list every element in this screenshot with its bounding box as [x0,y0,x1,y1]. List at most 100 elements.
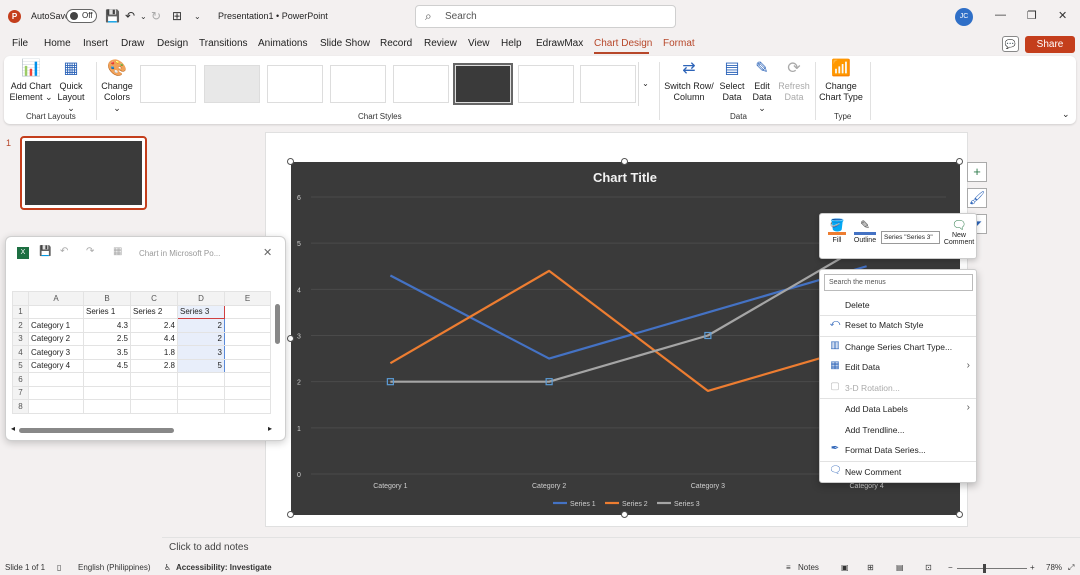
cell[interactable] [224,385,271,400]
resize-handle-br[interactable] [956,511,963,518]
notes-toggle[interactable]: Notes [798,563,819,572]
column-header[interactable]: B [83,291,131,306]
cell[interactable]: Category 4 [28,358,84,373]
menu-item-format-data-series[interactable]: ✒ Format Data Series... [820,440,976,460]
tab-record[interactable]: Record [380,38,412,49]
cell[interactable]: 3 [177,345,225,360]
cell[interactable] [83,372,131,387]
chart-style-4[interactable] [330,65,386,103]
chart-elements-button[interactable]: + [967,162,987,182]
cell[interactable] [130,399,178,414]
column-header[interactable]: E [224,291,271,306]
collapse-ribbon-icon[interactable]: ⌄ [1062,109,1070,120]
chart-style-2[interactable] [204,65,260,103]
slide-thumbnail[interactable] [20,136,147,210]
menu-item-3d-rotation[interactable]: ▢ 3-D Rotation... [820,378,976,398]
chart-style-7[interactable] [518,65,574,103]
cell[interactable] [224,399,271,414]
chart-style-1[interactable] [140,65,196,103]
change-colors-button[interactable]: 🎨 Change Colors ⌄ [99,59,135,114]
cell[interactable] [28,385,84,400]
cell[interactable] [28,399,84,414]
menu-item-add-trendline[interactable]: Add Trendline... [820,420,976,440]
cell[interactable] [224,304,271,319]
switch-row-column-button[interactable]: ⇄ Switch Row/ Column [664,59,714,103]
cell[interactable] [28,304,84,319]
row-header[interactable]: 7 [12,385,29,400]
row-header[interactable]: 3 [12,331,29,346]
undo-icon[interactable]: ↶ [125,9,135,23]
resize-handle-b[interactable] [621,511,628,518]
horizontal-scrollbar[interactable]: ◂ ▸ [11,424,276,435]
cell[interactable]: 2.4 [130,318,178,333]
quick-layout-button[interactable]: ▦ Quick Layout ⌄ [53,59,89,114]
cell[interactable]: 2.5 [83,331,131,346]
vertical-scrollbar[interactable] [274,299,282,419]
cell[interactable]: Category 3 [28,345,84,360]
row-header[interactable]: 5 [12,358,29,373]
zoom-out-icon[interactable]: − [948,563,953,572]
cell[interactable] [224,372,271,387]
chart-style-3[interactable] [267,65,323,103]
menu-item-change-series-chart-type[interactable]: ▥ Change Series Chart Type... [820,337,976,357]
present-icon[interactable]: ⊞ [172,9,182,23]
zoom-level[interactable]: 78% [1046,563,1062,572]
row-header[interactable]: 4 [12,345,29,360]
tab-animations[interactable]: Animations [258,38,307,49]
reading-view-icon[interactable]: ▤ [896,563,904,572]
add-chart-element-button[interactable]: 📊 Add Chart Element ⌄ [9,59,53,103]
tab-view[interactable]: View [468,38,490,49]
fit-to-window-icon[interactable]: ⤢ [1068,563,1074,573]
tab-design[interactable]: Design [157,38,188,49]
resize-handle-l[interactable] [287,335,294,342]
new-comment-button[interactable]: 🗨 New Comment [942,218,976,246]
row-header[interactable]: 1 [12,304,29,319]
column-header[interactable]: C [130,291,178,306]
slide-sorter-icon[interactable]: ⊞ [867,563,874,572]
cell[interactable] [28,372,84,387]
cell[interactable]: 3.5 [83,345,131,360]
cell[interactable]: Series 3 [177,304,225,319]
menu-item-reset-style[interactable]: ⤺ Reset to Match Style [820,315,976,335]
minimize-icon[interactable]: — [995,9,1006,21]
fill-button[interactable]: 🪣 Fill [826,218,848,244]
search-box[interactable]: ⌕ Search [415,5,676,28]
tab-transitions[interactable]: Transitions [199,38,248,49]
cell[interactable]: 4.4 [130,331,178,346]
language-status[interactable]: English (Philippines) [78,563,150,572]
tab-draw[interactable]: Draw [121,38,144,49]
cell[interactable]: 2 [177,318,225,333]
zoom-slider-thumb[interactable] [983,564,986,573]
avatar[interactable]: JC [955,8,973,26]
chart-style-5[interactable] [393,65,449,103]
resize-handle-tr[interactable] [956,158,963,165]
tab-format[interactable]: Format [663,38,695,49]
normal-view-icon[interactable]: ▣ [841,563,849,572]
autosave-toggle[interactable]: Off [66,9,97,23]
select-data-button[interactable]: ▤ Select Data [716,59,748,103]
undo-dropdown-icon[interactable]: ⌄ [140,12,147,21]
edit-data-button[interactable]: ✎ Edit Data ⌄ [748,59,776,114]
refresh-data-button[interactable]: ⟳ Refresh Data [778,59,810,103]
cell[interactable] [130,385,178,400]
tab-insert[interactable]: Insert [83,38,108,49]
column-header[interactable]: A [28,291,84,306]
zoom-in-icon[interactable]: + [1030,563,1035,572]
customize-qat-icon[interactable]: ⌄ [194,12,201,21]
gallery-more-icon[interactable]: ⌄ [638,62,652,106]
cell[interactable]: Category 2 [28,331,84,346]
resize-handle-tl[interactable] [287,158,294,165]
menu-item-edit-data[interactable]: ▦ Edit Data › [820,357,976,377]
cell[interactable]: Category 1 [28,318,84,333]
cell[interactable]: 4.5 [83,358,131,373]
excel-data-window[interactable]: X 💾 ↶ ↷ ▦ Chart in Microsoft Po... ✕ A B… [5,236,286,441]
spreadsheet-grid[interactable]: A B C D E 1 Series 1 Series 2 Series 3 2… [12,291,271,414]
tab-chart-design[interactable]: Chart Design [594,38,652,49]
tab-home[interactable]: Home [44,38,71,49]
close-icon[interactable]: ✕ [263,246,272,259]
accessibility-status[interactable]: Accessibility: Investigate [176,563,272,572]
cell[interactable] [177,385,225,400]
cell[interactable]: 2.8 [130,358,178,373]
tab-slide-show[interactable]: Slide Show [320,38,370,49]
edit-in-excel-icon[interactable]: ▦ [113,246,122,257]
